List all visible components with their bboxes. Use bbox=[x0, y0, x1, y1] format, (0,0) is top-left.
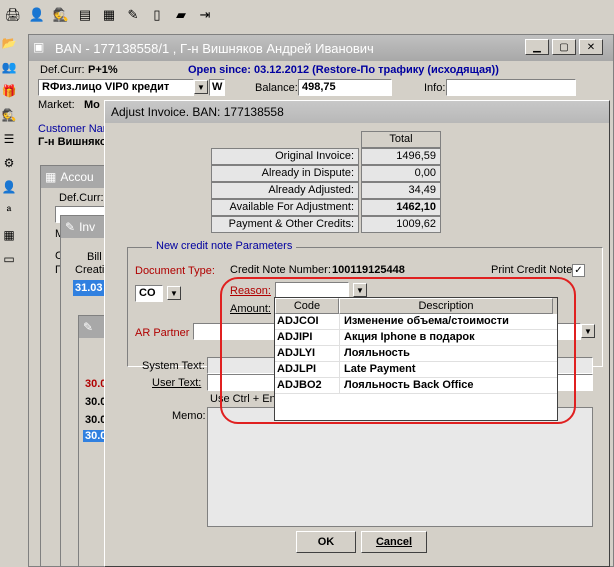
adjust-invoice-title: Adjust Invoice. BAN: 177138558 bbox=[111, 105, 284, 119]
grid-icon[interactable]: ▦ bbox=[98, 4, 120, 26]
def-curr-value: P+1% bbox=[88, 64, 118, 76]
user-text-label: User Text: bbox=[152, 377, 202, 389]
summary-row: Payment & Other Credits: 1009,62 bbox=[211, 216, 441, 233]
red-highlight-annotation bbox=[220, 277, 576, 424]
agent-icon[interactable]: 🕵 bbox=[1, 108, 17, 124]
info-label: Info: bbox=[424, 82, 446, 94]
folder-icon[interactable]: 📂 bbox=[1, 36, 17, 52]
memo-field[interactable] bbox=[207, 407, 593, 527]
credit-note-params-title: New credit note Parameters bbox=[152, 240, 297, 252]
balance-label: Balance: bbox=[255, 82, 298, 94]
system-text-label: System Text: bbox=[142, 360, 205, 372]
market-label: Market: bbox=[38, 99, 75, 111]
credit-note-number-value: 100119125448 bbox=[332, 264, 405, 276]
adjust-invoice-titlebar[interactable]: Adjust Invoice. BAN: 177138558 bbox=[105, 101, 609, 123]
summary-value: 1009,62 bbox=[361, 216, 441, 233]
summary-row: Already in Dispute: 0,00 bbox=[211, 165, 441, 182]
customer-label: Customer Nar bbox=[38, 123, 107, 135]
accounts-icon: ▦ bbox=[45, 170, 57, 184]
ok-button[interactable]: OK bbox=[296, 531, 356, 553]
document-type-dropdown-button[interactable]: ▼ bbox=[167, 286, 181, 300]
list-icon[interactable]: ☰ bbox=[1, 132, 17, 148]
book-icon[interactable]: ▤ bbox=[74, 4, 96, 26]
summary-value: 1462,10 bbox=[361, 199, 441, 216]
printer-icon[interactable]: 🖨 bbox=[2, 4, 24, 26]
summary-row: Already Adjusted: 34,49 bbox=[211, 182, 441, 199]
info-field[interactable] bbox=[446, 79, 576, 96]
summary-row: Available For Adjustment: 1462,10 bbox=[211, 199, 441, 216]
summary-label: Already Adjusted: bbox=[211, 182, 359, 199]
window-icon[interactable]: ▭ bbox=[1, 252, 17, 268]
gear-icon[interactable]: ⚙ bbox=[1, 156, 17, 172]
open-since-text: Open since: 03.12.2012 (Restore-По трафи… bbox=[188, 64, 499, 76]
pen-icon[interactable]: ✎ bbox=[122, 4, 144, 26]
cancel-button[interactable]: Cancel bbox=[361, 531, 427, 553]
customer-value: Г-н Вишняков bbox=[38, 136, 114, 148]
ar-partner-dropdown-button[interactable]: ▼ bbox=[581, 324, 595, 338]
gift-icon[interactable]: 🎁 bbox=[1, 84, 17, 100]
creati-label: Creati bbox=[75, 264, 105, 276]
agent-icon[interactable]: 🕵 bbox=[50, 4, 72, 26]
summary-row: Original Invoice: 1496,59 bbox=[211, 148, 441, 165]
users-icon[interactable]: 👥 bbox=[1, 60, 17, 76]
left-icon-strip: 📂 👥 🎁 🕵 ☰ ⚙ 👤 ª ▦ ▭ bbox=[0, 30, 18, 567]
table-icon[interactable]: ▦ bbox=[1, 228, 17, 244]
print-credit-note-checkbox[interactable]: ✓ bbox=[572, 264, 585, 277]
summary-label: Already in Dispute: bbox=[211, 165, 359, 182]
summary-label: Original Invoice: bbox=[211, 148, 359, 165]
tariff-dropdown-button[interactable]: ▼ bbox=[194, 80, 208, 94]
document-type-field[interactable]: CO bbox=[135, 285, 163, 302]
def-curr-label: Def.Curr: bbox=[40, 64, 85, 76]
summary-label: Payment & Other Credits: bbox=[211, 216, 359, 233]
ban-window-title: BAN - 177138558/1 , Г-н Вишняков Андрей … bbox=[55, 40, 374, 56]
market-value: Mo bbox=[84, 99, 100, 111]
invoice-detail-icon: ✎ bbox=[83, 320, 94, 334]
w-indicator: W bbox=[209, 79, 225, 96]
accounts-def-curr-label: Def.Curr: bbox=[59, 192, 104, 204]
ar-partner-label: AR Partner bbox=[135, 327, 190, 339]
person-icon[interactable]: 👤 bbox=[26, 4, 48, 26]
main-toolbar: 🖨 👤 🕵 ▤ ▦ ✎ ▯ ▰ ⇥ bbox=[0, 0, 614, 30]
summary-value: 34,49 bbox=[361, 182, 441, 199]
close-button[interactable]: ✕ bbox=[579, 39, 603, 55]
maximize-button[interactable]: ▢ bbox=[552, 39, 576, 55]
ban-window-icon: ▣ bbox=[33, 40, 45, 54]
print-credit-note-label: Print Credit Note bbox=[491, 264, 573, 276]
document-type-label: Document Type: bbox=[135, 265, 215, 277]
exit-icon[interactable]: ⇥ bbox=[194, 4, 216, 26]
accounts-window-title: Accou bbox=[60, 170, 94, 184]
credit-note-number-label: Credit Note Number: bbox=[230, 264, 331, 276]
abc-icon[interactable]: ª bbox=[1, 204, 17, 220]
total-header: Total bbox=[361, 131, 441, 148]
summary-value: 0,00 bbox=[361, 165, 441, 182]
tariff-field[interactable]: RФиз.лицо VIP0 кредит bbox=[38, 79, 194, 96]
minimize-button[interactable]: ▁ bbox=[525, 39, 549, 55]
memo-label: Memo: bbox=[172, 410, 206, 422]
notebook-icon[interactable]: ▯ bbox=[146, 4, 168, 26]
person-icon[interactable]: 👤 bbox=[1, 180, 17, 196]
summary-value: 1496,59 bbox=[361, 148, 441, 165]
bill-label: Bill bbox=[87, 251, 102, 263]
folder-icon[interactable]: ▰ bbox=[170, 4, 192, 26]
summary-label: Available For Adjustment: bbox=[211, 199, 359, 216]
invoices-window-title: Inv bbox=[79, 220, 96, 234]
invoices-icon: ✎ bbox=[65, 220, 76, 234]
balance-field: 498,75 bbox=[298, 79, 392, 96]
summary-table: Total Original Invoice: 1496,59 Already … bbox=[211, 131, 441, 233]
